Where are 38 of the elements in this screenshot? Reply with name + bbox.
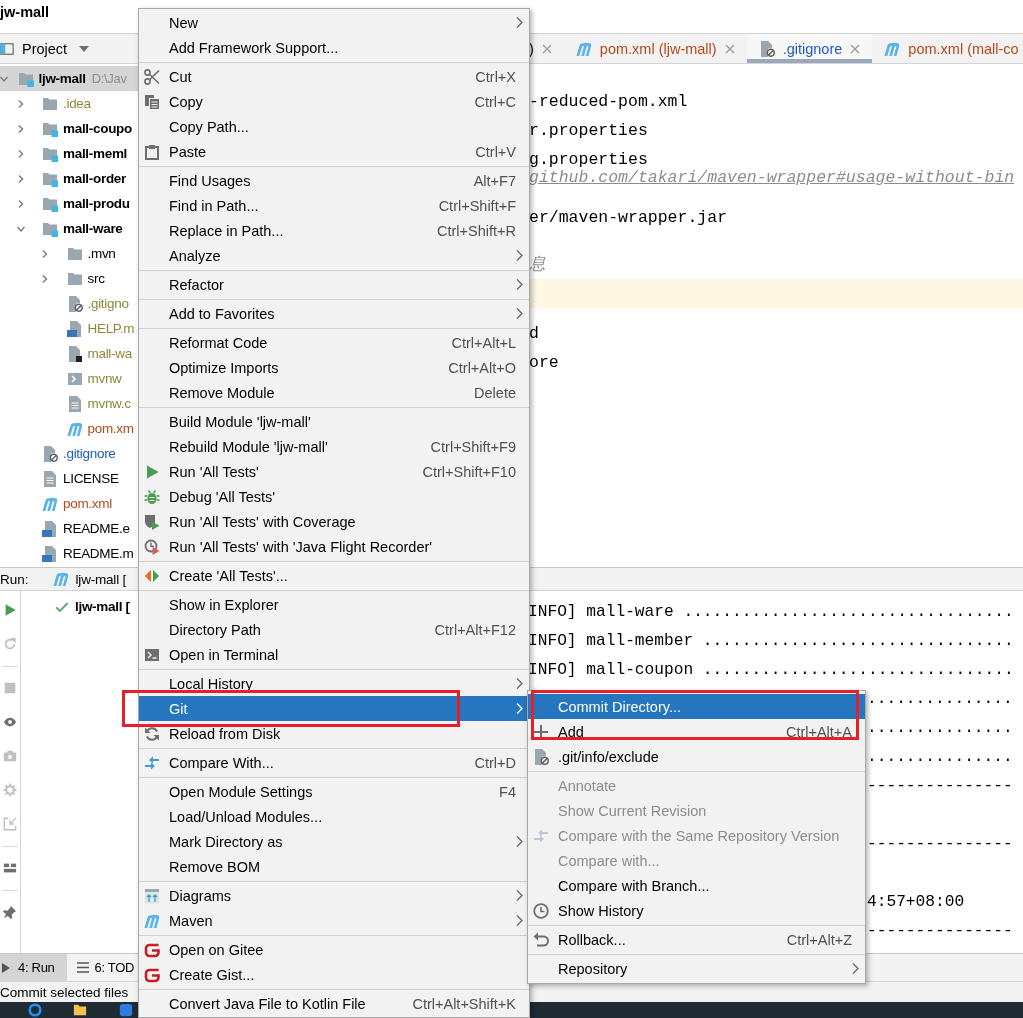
- keyboard-shortcut: Alt+F7: [472, 172, 516, 189]
- code-line: -reduced-pom.xml: [529, 92, 688, 111]
- keyboard-shortcut: Ctrl+Alt+F12: [433, 621, 516, 638]
- console-line: ...............: [867, 718, 1013, 737]
- keyboard-shortcut: Ctrl+Alt+A: [784, 723, 852, 740]
- keyboard-shortcut: Ctrl+Shift+F9: [429, 438, 516, 455]
- console-line: ---------------: [867, 921, 1013, 940]
- code-line: r.properties: [529, 121, 648, 140]
- keyboard-shortcut: Ctrl+Shift+R: [436, 222, 516, 239]
- keyboard-shortcut: Ctrl+Shift+F: [437, 197, 516, 214]
- code-line: er/maven-wrapper.jar: [529, 208, 728, 227]
- console-line: ---------------: [867, 776, 1013, 795]
- comment-line: 息: [529, 254, 546, 274]
- keyboard-shortcut: Ctrl+D: [473, 754, 516, 771]
- console-line: ...............: [867, 689, 1013, 708]
- console-line: INFO] mall-ware ..................................: [528, 602, 1014, 621]
- code-line: d: [529, 324, 539, 343]
- console-line: INFO] mall-coupon ................................: [528, 660, 1014, 679]
- code-line: g.properties: [529, 150, 648, 169]
- keyboard-shortcut: Ctrl+Alt+Z: [785, 931, 852, 948]
- code-line: ore: [529, 353, 559, 372]
- keyboard-shortcut: Ctrl+Alt+Shift+K: [411, 995, 516, 1012]
- keyboard-shortcut: Ctrl+Alt+O: [447, 359, 516, 376]
- keyboard-shortcut: F4: [498, 783, 516, 800]
- keyboard-shortcut: Ctrl+Alt+L: [450, 334, 516, 351]
- panel-label: Run:: [0, 571, 29, 587]
- keyboard-shortcut: Ctrl+Shift+F10: [421, 463, 516, 480]
- console-line: 4:57+08:00: [867, 892, 965, 911]
- console-line: ...............: [867, 747, 1013, 766]
- keyboard-shortcut: Ctrl+X: [474, 68, 516, 85]
- console-line: INFO] mall-member ................................: [528, 631, 1014, 650]
- keyboard-shortcut: Ctrl+C: [473, 93, 516, 110]
- window-title: jw-mall: [0, 3, 50, 21]
- console-line: ---------------: [867, 834, 1013, 853]
- path-label: D:\Jav: [91, 71, 127, 86]
- status-text: Commit selected files: [0, 984, 129, 1000]
- keyboard-shortcut: Delete: [473, 384, 516, 401]
- keyboard-shortcut: Ctrl+V: [474, 143, 516, 160]
